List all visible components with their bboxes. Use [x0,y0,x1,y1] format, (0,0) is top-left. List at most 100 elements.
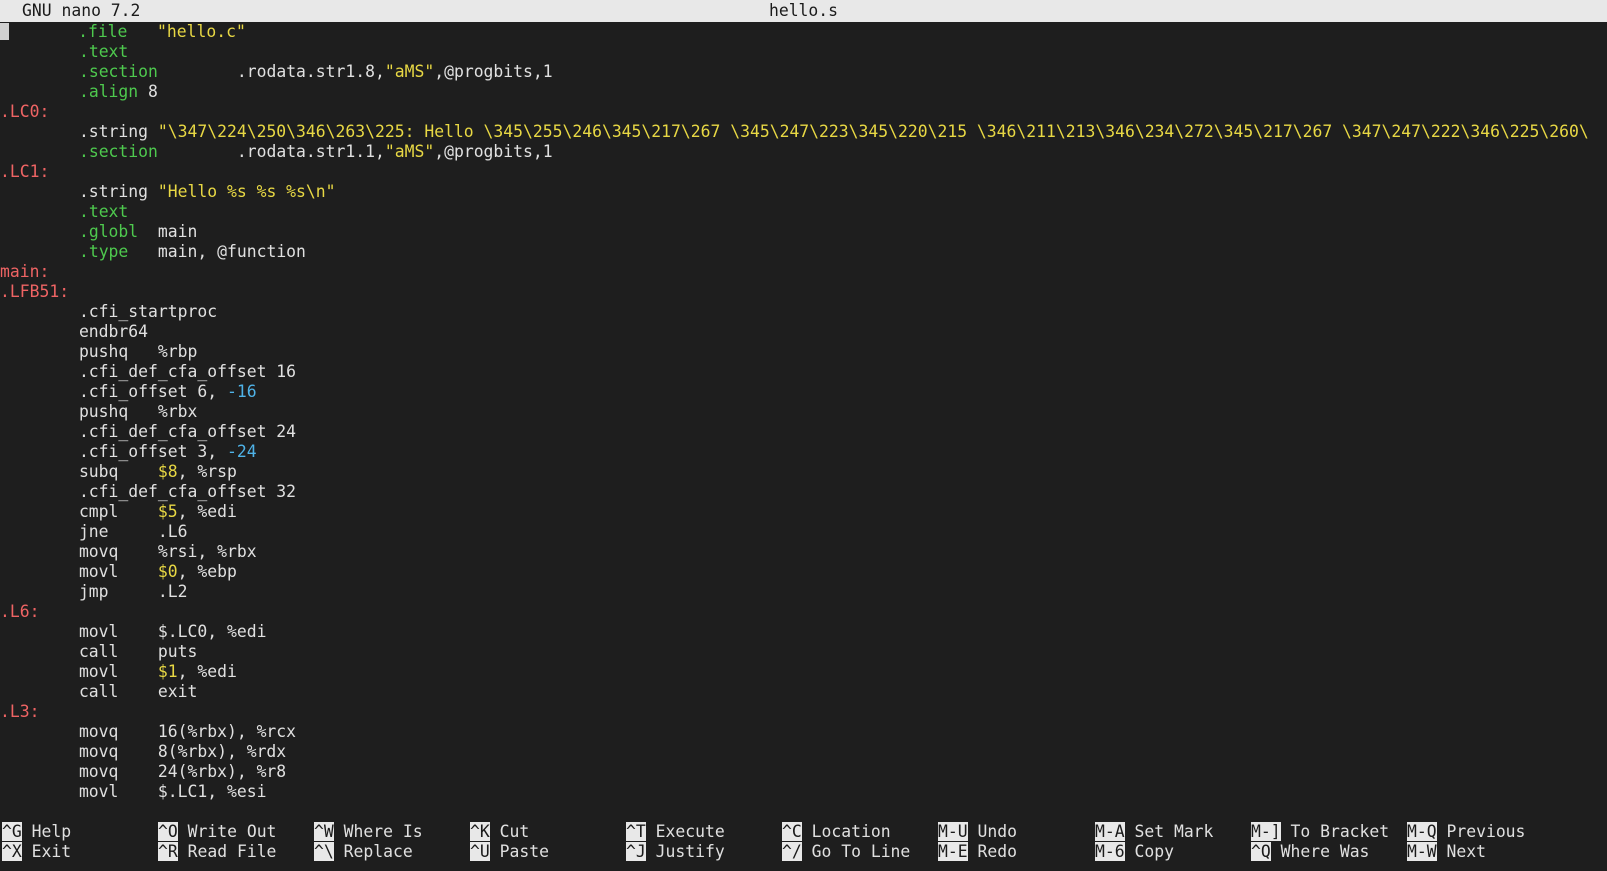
code-token: .string [0,182,158,201]
code-token: $0 [157,562,178,581]
shortcut-item[interactable]: M-A Set Mark [1095,822,1213,842]
code-line[interactable]: movl $.LC0, %edi [0,622,1607,642]
shortcut-item[interactable]: ^K Cut [470,822,529,842]
code-token: .rodata.str1.1, [157,142,385,161]
code-line[interactable]: .LC0: [0,102,1607,122]
code-token: $5 [157,502,178,521]
code-line[interactable]: .cfi_def_cfa_offset 16 [0,362,1607,382]
shortcut-item[interactable]: ^C Location [782,822,891,842]
code-line[interactable]: .text [0,202,1607,222]
code-token: movq 8(%rbx), %rdx [0,742,287,761]
shortcut-key: ^J [626,842,646,861]
code-line[interactable]: jne .L6 [0,522,1607,542]
shortcut-item[interactable]: M-6 Copy [1095,842,1174,862]
shortcut-key: ^W [314,822,334,841]
shortcut-item[interactable]: M-E Redo [938,842,1017,862]
code-line[interactable]: .cfi_offset 3, -24 [0,442,1607,462]
code-line[interactable]: .LFB51: [0,282,1607,302]
shortcut-label: Paste [489,842,549,861]
code-token: endbr64 [0,322,149,341]
code-token: pushq %rbp [0,342,198,361]
shortcut-item[interactable]: ^U Paste [470,842,549,862]
shortcut-item[interactable]: ^G Help [2,822,71,842]
code-token: .section [78,62,158,81]
shortcut-key: ^T [626,822,646,841]
code-line[interactable]: movq 16(%rbx), %rcx [0,722,1607,742]
shortcut-item[interactable]: ^Q Where Was [1251,842,1369,862]
code-line[interactable]: movq 24(%rbx), %r8 [0,762,1607,782]
shortcut-label: Copy [1124,842,1174,861]
code-line[interactable]: .text [0,42,1607,62]
shortcut-item[interactable]: ^J Justify [626,842,725,862]
code-token: jne .L6 [0,522,188,541]
code-line[interactable]: .cfi_startproc [0,302,1607,322]
code-line[interactable]: movq 8(%rbx), %rdx [0,742,1607,762]
code-line[interactable]: .globl main [0,222,1607,242]
code-token: .text [78,42,129,61]
shortcut-label: Location [801,822,891,841]
code-token: main: [0,262,50,281]
code-line[interactable]: movl $.LC1, %esi [0,782,1607,802]
code-line[interactable]: call exit [0,682,1607,702]
code-line[interactable]: .section .rodata.str1.1,"aMS",@progbits,… [0,142,1607,162]
code-token: .section [78,142,158,161]
code-token: 8 [138,82,158,101]
shortcut-item[interactable]: M-Q Previous [1407,822,1525,842]
code-line[interactable]: .file "hello.c" [0,22,1607,42]
code-token: call exit [0,682,198,701]
code-line[interactable]: .LC1: [0,162,1607,182]
shortcut-item[interactable]: ^\ Replace [314,842,413,862]
code-token: "Hello %s %s %s\n" [157,182,336,201]
code-token: .cfi_offset 3, [0,442,227,461]
shortcut-label: Write Out [177,822,277,841]
shortcut-item[interactable]: ^R Read File [158,842,276,862]
shortcut-item[interactable]: ^/ Go To Line [782,842,910,862]
shortcut-key: ^X [2,842,22,861]
code-line[interactable]: .align 8 [0,82,1607,102]
code-token: "\347\224\250\346\263\225: Hello \345\25… [157,122,1589,141]
shortcut-item[interactable]: ^X Exit [2,842,71,862]
shortcut-item[interactable]: M-U Undo [938,822,1017,842]
code-line[interactable]: .L3: [0,702,1607,722]
code-line[interactable]: .section .rodata.str1.8,"aMS",@progbits,… [0,62,1607,82]
shortcut-item[interactable]: ^O Write Out [158,822,276,842]
code-line[interactable]: .type main, @function [0,242,1607,262]
shortcut-key: ^Q [1251,842,1271,861]
code-line[interactable]: subq $8, %rsp [0,462,1607,482]
code-line[interactable]: .cfi_def_cfa_offset 32 [0,482,1607,502]
code-line[interactable]: movl $1, %edi [0,662,1607,682]
code-line[interactable]: .cfi_def_cfa_offset 24 [0,422,1607,442]
shortcut-key: ^O [158,822,178,841]
code-line[interactable]: .L6: [0,602,1607,622]
code-line[interactable]: jmp .L2 [0,582,1607,602]
shortcut-item[interactable]: M-W Next [1407,842,1486,862]
shortcut-key: ^K [470,822,490,841]
code-line[interactable]: movq %rsi, %rbx [0,542,1607,562]
code-line[interactable]: endbr64 [0,322,1607,342]
code-token: .string [0,122,158,141]
editor-area[interactable]: .file "hello.c" .text .section .rodata.s… [0,22,1607,804]
code-line[interactable]: call puts [0,642,1607,662]
code-token: .text [78,202,129,221]
code-token: .cfi_def_cfa_offset 32 [0,482,297,501]
code-line[interactable]: .string "\347\224\250\346\263\225: Hello… [0,122,1607,142]
code-line[interactable]: .cfi_offset 6, -16 [0,382,1607,402]
shortcut-key: M-A [1095,822,1125,841]
shortcut-label: Justify [645,842,725,861]
code-line[interactable]: movl $0, %ebp [0,562,1607,582]
code-line[interactable]: cmpl $5, %edi [0,502,1607,522]
shortcut-item[interactable]: ^W Where Is [314,822,423,842]
code-line[interactable]: .string "Hello %s %s %s\n" [0,182,1607,202]
shortcut-key: M-Q [1407,822,1437,841]
shortcut-label: Cut [489,822,530,841]
code-line[interactable]: main: [0,262,1607,282]
code-line[interactable]: pushq %rbp [0,342,1607,362]
code-line[interactable]: pushq %rbx [0,402,1607,422]
code-token: .align [78,82,139,101]
shortcut-item[interactable]: M-] To Bracket [1251,822,1389,842]
shortcut-key: ^U [470,842,490,861]
shortcut-item[interactable]: ^T Execute [626,822,725,842]
